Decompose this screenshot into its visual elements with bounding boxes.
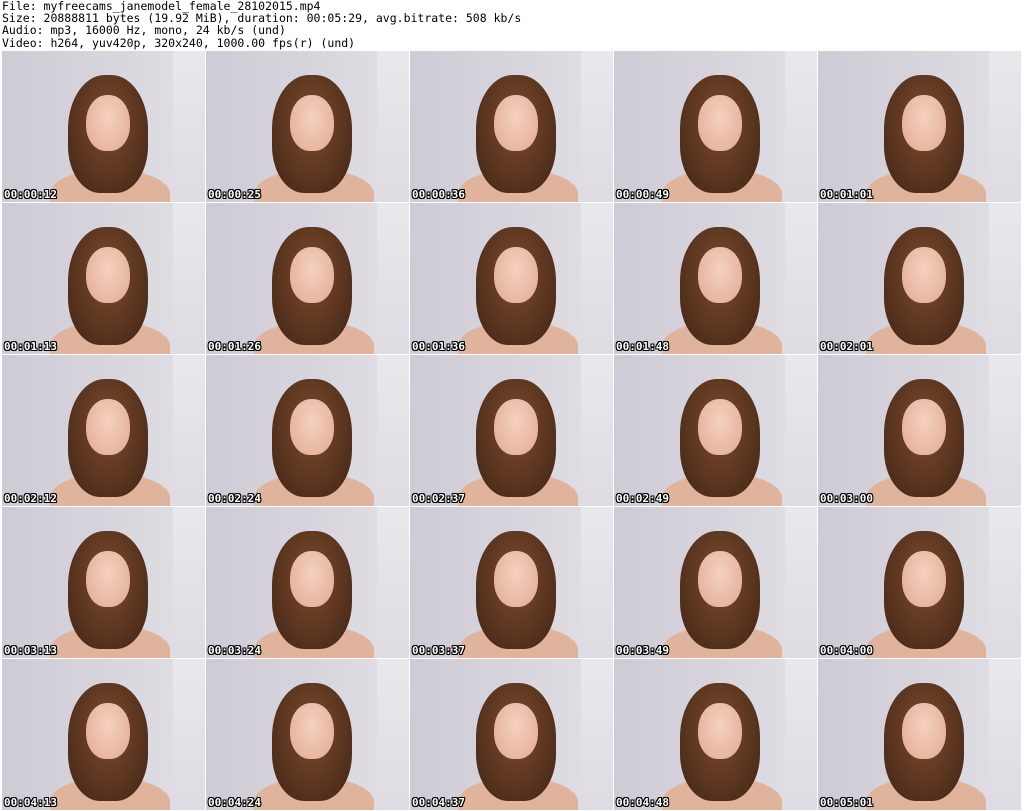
- thumbnail-timestamp: 00:02:49: [616, 492, 669, 505]
- video-thumbnail: 00:00:25: [206, 51, 409, 202]
- video-thumbnail: 00:05:01: [818, 659, 1021, 810]
- thumbnail-timestamp: 00:02:37: [412, 492, 465, 505]
- thumbnail-timestamp: 00:00:12: [4, 188, 57, 201]
- thumbnail-timestamp: 00:01:13: [4, 340, 57, 353]
- video-thumbnail: 00:03:49: [614, 507, 817, 658]
- thumbnail-timestamp: 00:00:36: [412, 188, 465, 201]
- video-thumbnail: 00:03:13: [2, 507, 205, 658]
- video-thumbnail: 00:04:13: [2, 659, 205, 810]
- video-thumbnail: 00:02:01: [818, 203, 1021, 354]
- thumbnail-timestamp: 00:01:01: [820, 188, 873, 201]
- video-thumbnail: 00:03:00: [818, 355, 1021, 506]
- thumbnail-grid: 00:00:12 00:00:25 00:00:36 00:00:49 00:01:01…: [2, 51, 1022, 811]
- thumbnail-timestamp: 00:03:24: [208, 644, 261, 657]
- thumbnail-timestamp: 00:05:01: [820, 796, 873, 809]
- thumbnail-timestamp: 00:04:24: [208, 796, 261, 809]
- video-thumbnail: 00:01:36: [410, 203, 613, 354]
- audio-info-line: Audio: mp3, 16000 Hz, mono, 24 kb/s (und…: [2, 23, 286, 38]
- video-thumbnail: 00:04:00: [818, 507, 1021, 658]
- thumbnail-timestamp: 00:02:12: [4, 492, 57, 505]
- thumbnail-timestamp: 00:00:49: [616, 188, 669, 201]
- thumbnail-timestamp: 00:01:48: [616, 340, 669, 353]
- video-thumbnail: 00:02:37: [410, 355, 613, 506]
- video-thumbnail: 00:01:48: [614, 203, 817, 354]
- thumbnail-timestamp: 00:04:48: [616, 796, 669, 809]
- thumbnail-timestamp: 00:01:36: [412, 340, 465, 353]
- thumbnail-timestamp: 00:00:25: [208, 188, 261, 201]
- thumbnail-timestamp: 00:01:26: [208, 340, 261, 353]
- thumbnail-timestamp: 00:03:13: [4, 644, 57, 657]
- thumbnail-timestamp: 00:04:37: [412, 796, 465, 809]
- video-thumbnail: 00:02:24: [206, 355, 409, 506]
- thumbnail-timestamp: 00:04:00: [820, 644, 873, 657]
- video-thumbnail: 00:03:37: [410, 507, 613, 658]
- thumbnail-timestamp: 00:02:24: [208, 492, 261, 505]
- video-thumbnail: 00:00:49: [614, 51, 817, 202]
- thumbnail-timestamp: 00:03:00: [820, 492, 873, 505]
- video-thumbnail: 00:01:01: [818, 51, 1021, 202]
- video-thumbnail: 00:00:12: [2, 51, 205, 202]
- video-thumbnail: 00:02:12: [2, 355, 205, 506]
- video-thumbnail: 00:00:36: [410, 51, 613, 202]
- video-info-line: Video: h264, yuv420p, 320x240, 1000.00 f…: [2, 35, 356, 50]
- file-info-header: File: myfreecams_janemodel_female_281020…: [2, 0, 1022, 50]
- video-thumbnail: 00:04:48: [614, 659, 817, 810]
- video-thumbnail: 00:04:24: [206, 659, 409, 810]
- video-thumbnail: 00:04:37: [410, 659, 613, 810]
- video-thumbnail: 00:03:24: [206, 507, 409, 658]
- video-thumbnail: 00:01:26: [206, 203, 409, 354]
- thumbnail-timestamp: 00:03:37: [412, 644, 465, 657]
- thumbnail-timestamp: 00:04:13: [4, 796, 57, 809]
- video-thumbnail: 00:01:13: [2, 203, 205, 354]
- video-thumbnail: 00:02:49: [614, 355, 817, 506]
- thumbnail-timestamp: 00:03:49: [616, 644, 669, 657]
- thumbnail-timestamp: 00:02:01: [820, 340, 873, 353]
